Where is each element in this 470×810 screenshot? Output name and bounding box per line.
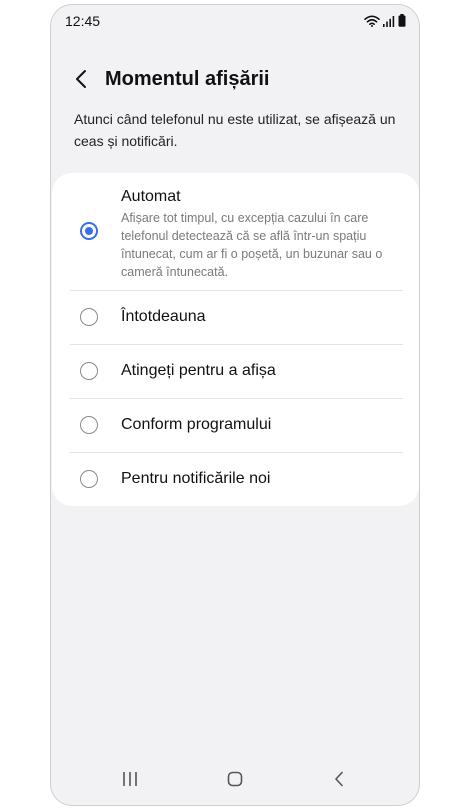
page-title: Momentul afișării [105,68,270,90]
option-pentru-notificarile-noi[interactable]: Pentru notificările noi [52,453,419,506]
header: Momentul afișării [51,61,419,101]
option-conform-programului[interactable]: Conform programului [52,399,419,452]
status-time: 12:45 [65,13,101,29]
back-icon [334,771,344,792]
wifi-icon [364,14,380,32]
battery-icon [398,14,406,32]
option-label: Automat [121,188,181,205]
option-intotdeauna[interactable]: Întotdeauna [52,291,419,344]
option-label: Conform programului [121,416,272,433]
signal-icon [383,14,395,32]
status-bar: 12:45 [51,5,419,37]
nav-back-button[interactable] [324,769,354,793]
recent-apps-icon [121,771,139,792]
navigation-bar [51,757,419,805]
back-button[interactable] [69,67,93,95]
option-label: Întotdeauna [121,308,206,325]
option-automat[interactable]: Automat Afișare tot timpul, cu excepția … [52,173,419,290]
chevron-left-icon [75,69,87,94]
option-description: Afișare tot timpul, cu excepția cazului … [121,211,383,279]
status-icons [364,14,406,32]
radio-button[interactable] [80,362,98,380]
option-label: Pentru notificările noi [121,470,271,487]
radio-button-selected[interactable] [80,222,98,240]
phone-screen: 12:45 Momentul afișării Atunci când tele… [50,4,420,806]
radio-button[interactable] [80,416,98,434]
options-card: Automat Afișare tot timpul, cu excepția … [52,173,419,506]
option-atingeti-pentru-a-afisa[interactable]: Atingeți pentru a afișa [52,345,419,398]
recent-apps-button[interactable] [115,769,145,793]
option-label: Atingeți pentru a afișa [121,362,276,379]
radio-button[interactable] [80,308,98,326]
home-icon [227,771,243,792]
home-button[interactable] [220,769,250,793]
radio-button[interactable] [80,470,98,488]
page-description: Atunci când telefonul nu este utilizat, … [74,111,396,149]
